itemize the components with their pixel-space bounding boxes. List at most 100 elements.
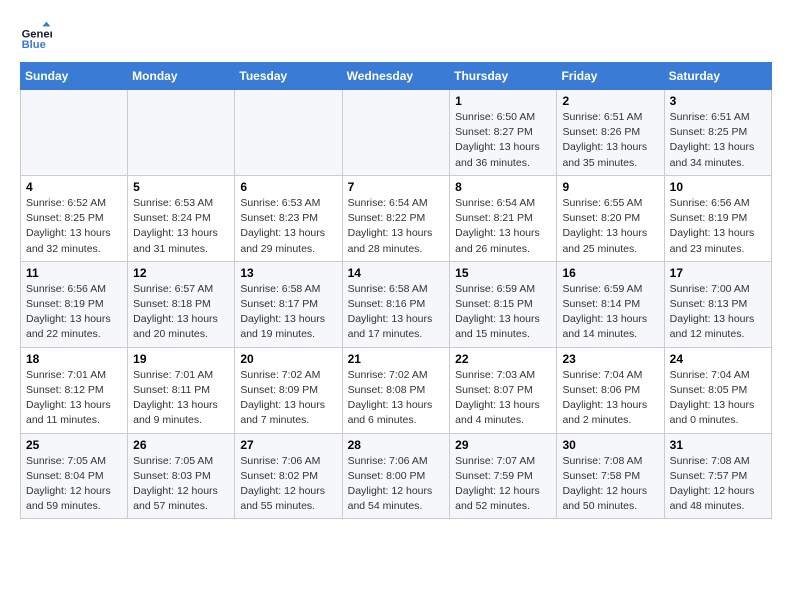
calendar-cell: 2 Sunrise: 6:51 AM Sunset: 8:26 PM Daylig…: [557, 90, 664, 176]
day-number: 9: [562, 180, 658, 194]
calendar-cell: 11Sunrise: 6:56 AM Sunset: 8:19 PM Dayli…: [21, 261, 128, 347]
day-number: 19: [133, 352, 229, 366]
calendar-cell: 24 Sunrise: 7:04 AM Sunset: 8:05 PM Dayli…: [664, 347, 771, 433]
day-number: 30: [562, 438, 658, 452]
day-info: Sunrise: 7:04 AM Sunset: 8:06 PM Dayligh…: [562, 368, 658, 429]
calendar-cell: 12 Sunrise: 6:57 AM Sunset: 8:18 PM Dayli…: [128, 261, 235, 347]
day-number: 16: [562, 266, 658, 280]
day-info: Sunrise: 6:59 AM Sunset: 8:15 PM Dayligh…: [455, 282, 551, 343]
calendar-cell: [235, 90, 342, 176]
calendar-cell: 27 Sunrise: 7:06 AM Sunset: 8:02 PM Dayli…: [235, 433, 342, 519]
day-info: Sunrise: 6:51 AM Sunset: 8:26 PM Dayligh…: [562, 110, 658, 171]
day-number: 14: [348, 266, 445, 280]
day-info: Sunrise: 7:03 AM Sunset: 8:07 PM Dayligh…: [455, 368, 551, 429]
day-info: Sunrise: 7:04 AM Sunset: 8:05 PM Dayligh…: [670, 368, 766, 429]
day-number: 22: [455, 352, 551, 366]
day-info: Sunrise: 7:01 AM Sunset: 8:12 PM Dayligh…: [26, 368, 122, 429]
weekday-header: Friday: [557, 63, 664, 90]
calendar-cell: 3 Sunrise: 6:51 AM Sunset: 8:25 PM Daylig…: [664, 90, 771, 176]
calendar-cell: 19 Sunrise: 7:01 AM Sunset: 8:11 PM Dayli…: [128, 347, 235, 433]
weekday-header: Thursday: [450, 63, 557, 90]
day-number: 13: [240, 266, 336, 280]
day-number: 12: [133, 266, 229, 280]
calendar-cell: 15 Sunrise: 6:59 AM Sunset: 8:15 PM Dayli…: [450, 261, 557, 347]
day-number: 18: [26, 352, 122, 366]
day-info: Sunrise: 7:05 AM Sunset: 8:04 PM Dayligh…: [26, 454, 122, 515]
day-number: 29: [455, 438, 551, 452]
day-info: Sunrise: 6:52 AM Sunset: 8:25 PM Dayligh…: [26, 196, 122, 257]
calendar-cell: 5 Sunrise: 6:53 AM Sunset: 8:24 PM Daylig…: [128, 175, 235, 261]
day-number: 24: [670, 352, 766, 366]
calendar-cell: 7 Sunrise: 6:54 AM Sunset: 8:22 PM Daylig…: [342, 175, 450, 261]
calendar-cell: 20 Sunrise: 7:02 AM Sunset: 8:09 PM Dayli…: [235, 347, 342, 433]
day-info: Sunrise: 6:56 AM Sunset: 8:19 PM Dayligh…: [670, 196, 766, 257]
calendar-cell: 21 Sunrise: 7:02 AM Sunset: 8:08 PM Dayli…: [342, 347, 450, 433]
weekday-header: Saturday: [664, 63, 771, 90]
calendar-cell: 17 Sunrise: 7:00 AM Sunset: 8:13 PM Dayli…: [664, 261, 771, 347]
day-info: Sunrise: 6:57 AM Sunset: 8:18 PM Dayligh…: [133, 282, 229, 343]
calendar-cell: 30Sunrise: 7:08 AM Sunset: 7:58 PM Dayli…: [557, 433, 664, 519]
day-number: 23: [562, 352, 658, 366]
day-info: Sunrise: 6:53 AM Sunset: 8:23 PM Dayligh…: [240, 196, 336, 257]
day-info: Sunrise: 7:06 AM Sunset: 8:00 PM Dayligh…: [348, 454, 445, 515]
day-info: Sunrise: 6:59 AM Sunset: 8:14 PM Dayligh…: [562, 282, 658, 343]
day-info: Sunrise: 6:51 AM Sunset: 8:25 PM Dayligh…: [670, 110, 766, 171]
day-info: Sunrise: 6:53 AM Sunset: 8:24 PM Dayligh…: [133, 196, 229, 257]
calendar-cell: 22 Sunrise: 7:03 AM Sunset: 8:07 PM Dayli…: [450, 347, 557, 433]
day-number: 10: [670, 180, 766, 194]
day-info: Sunrise: 6:55 AM Sunset: 8:20 PM Dayligh…: [562, 196, 658, 257]
day-number: 28: [348, 438, 445, 452]
calendar-cell: 23 Sunrise: 7:04 AM Sunset: 8:06 PM Dayli…: [557, 347, 664, 433]
calendar-cell: 13 Sunrise: 6:58 AM Sunset: 8:17 PM Dayli…: [235, 261, 342, 347]
day-info: Sunrise: 7:06 AM Sunset: 8:02 PM Dayligh…: [240, 454, 336, 515]
calendar-cell: 31Sunrise: 7:08 AM Sunset: 7:57 PM Dayli…: [664, 433, 771, 519]
svg-text:Blue: Blue: [22, 39, 46, 51]
day-number: 21: [348, 352, 445, 366]
day-number: 17: [670, 266, 766, 280]
day-number: 2: [562, 94, 658, 108]
calendar-cell: 26 Sunrise: 7:05 AM Sunset: 8:03 PM Dayli…: [128, 433, 235, 519]
weekday-header: Monday: [128, 63, 235, 90]
day-info: Sunrise: 6:50 AM Sunset: 8:27 PM Dayligh…: [455, 110, 551, 171]
day-number: 11: [26, 266, 122, 280]
day-info: Sunrise: 7:01 AM Sunset: 8:11 PM Dayligh…: [133, 368, 229, 429]
calendar-cell: 4 Sunrise: 6:52 AM Sunset: 8:25 PM Daylig…: [21, 175, 128, 261]
day-info: Sunrise: 7:00 AM Sunset: 8:13 PM Dayligh…: [670, 282, 766, 343]
day-number: 4: [26, 180, 122, 194]
calendar-cell: 25 Sunrise: 7:05 AM Sunset: 8:04 PM Dayli…: [21, 433, 128, 519]
weekday-header: Sunday: [21, 63, 128, 90]
calendar-header: SundayMondayTuesdayWednesdayThursdayFrid…: [21, 63, 772, 90]
day-info: Sunrise: 7:02 AM Sunset: 8:08 PM Dayligh…: [348, 368, 445, 429]
page-header: General Blue: [20, 20, 772, 52]
day-number: 31: [670, 438, 766, 452]
calendar-cell: 16 Sunrise: 6:59 AM Sunset: 8:14 PM Dayli…: [557, 261, 664, 347]
day-number: 5: [133, 180, 229, 194]
day-info: Sunrise: 6:54 AM Sunset: 8:22 PM Dayligh…: [348, 196, 445, 257]
calendar-cell: 28 Sunrise: 7:06 AM Sunset: 8:00 PM Dayli…: [342, 433, 450, 519]
day-number: 27: [240, 438, 336, 452]
calendar-cell: 14Sunrise: 6:58 AM Sunset: 8:16 PM Dayli…: [342, 261, 450, 347]
day-number: 20: [240, 352, 336, 366]
calendar-cell: 29 Sunrise: 7:07 AM Sunset: 7:59 PM Dayli…: [450, 433, 557, 519]
day-number: 7: [348, 180, 445, 194]
day-info: Sunrise: 7:05 AM Sunset: 8:03 PM Dayligh…: [133, 454, 229, 515]
calendar-cell: 1Sunrise: 6:50 AM Sunset: 8:27 PM Daylig…: [450, 90, 557, 176]
day-number: 15: [455, 266, 551, 280]
calendar-cell: 10 Sunrise: 6:56 AM Sunset: 8:19 PM Dayli…: [664, 175, 771, 261]
day-info: Sunrise: 7:07 AM Sunset: 7:59 PM Dayligh…: [455, 454, 551, 515]
day-number: 6: [240, 180, 336, 194]
calendar-cell: 8Sunrise: 6:54 AM Sunset: 8:21 PM Daylig…: [450, 175, 557, 261]
day-info: Sunrise: 6:58 AM Sunset: 8:17 PM Dayligh…: [240, 282, 336, 343]
day-number: 26: [133, 438, 229, 452]
calendar-cell: 18 Sunrise: 7:01 AM Sunset: 8:12 PM Dayli…: [21, 347, 128, 433]
calendar-cell: 9 Sunrise: 6:55 AM Sunset: 8:20 PM Daylig…: [557, 175, 664, 261]
calendar-cell: 6 Sunrise: 6:53 AM Sunset: 8:23 PM Daylig…: [235, 175, 342, 261]
day-number: 8: [455, 180, 551, 194]
calendar-cell: [342, 90, 450, 176]
day-number: 25: [26, 438, 122, 452]
weekday-header: Tuesday: [235, 63, 342, 90]
day-number: 3: [670, 94, 766, 108]
calendar-table: SundayMondayTuesdayWednesdayThursdayFrid…: [20, 62, 772, 519]
logo-icon: General Blue: [20, 20, 52, 52]
day-info: Sunrise: 7:02 AM Sunset: 8:09 PM Dayligh…: [240, 368, 336, 429]
